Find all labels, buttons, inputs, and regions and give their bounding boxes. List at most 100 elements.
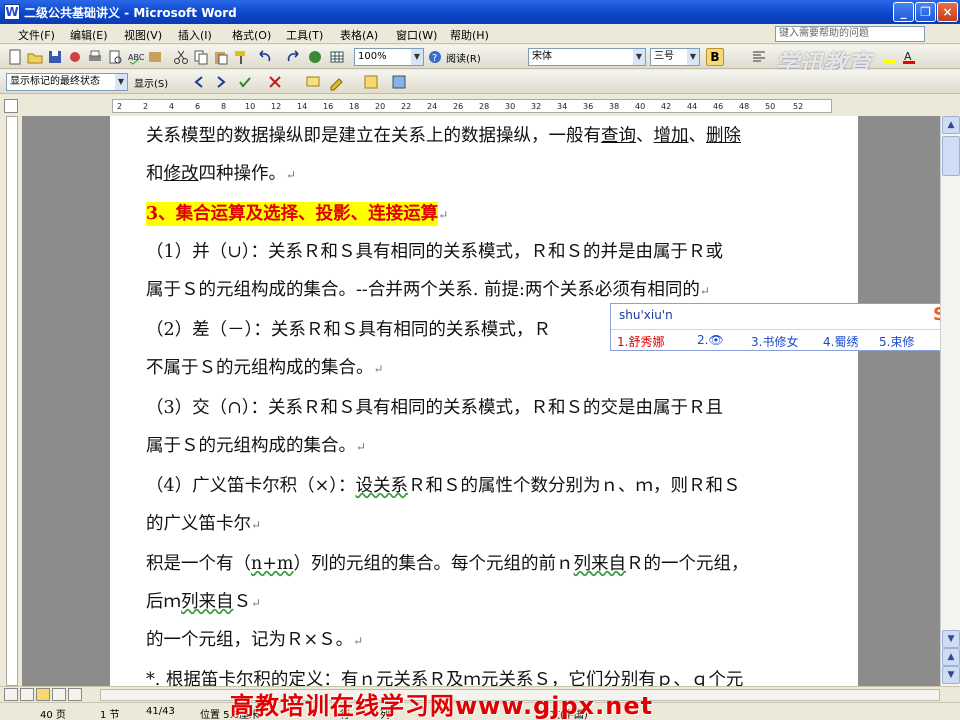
minimize-button[interactable]: _	[893, 2, 914, 22]
menu-table[interactable]: 表格(A)	[340, 27, 378, 43]
close-button[interactable]: ×	[937, 2, 958, 22]
scroll-down-icon[interactable]: ▼	[942, 630, 960, 648]
menu-window[interactable]: 窗口(W)	[396, 27, 437, 43]
scroll-up-icon[interactable]: ▲	[942, 116, 960, 134]
menu-view[interactable]: 视图(V)	[124, 27, 162, 43]
menu-help[interactable]: 帮助(H)	[450, 27, 489, 43]
read-mode-button[interactable]: 阅读(R)	[444, 48, 500, 66]
ime-candidate-3[interactable]: 3.书修女	[751, 333, 798, 350]
ruler-number: 30	[505, 102, 516, 111]
text-line: （3）交（∩）：关系Ｒ和Ｓ具有相同的关系模式，Ｒ和Ｓ的交是由属于Ｒ且	[146, 398, 724, 418]
document-page[interactable]: 关系模型的数据操纵即是建立在关系上的数据操纵，一般有查询、增加、删除 和修改四种…	[110, 116, 858, 686]
ime-candidate-2[interactable]: 2.👁	[697, 333, 724, 347]
reject-change-icon[interactable]	[266, 73, 284, 91]
line-text: 列来自	[181, 592, 234, 612]
open-folder-icon[interactable]	[26, 48, 44, 66]
ime-candidate-1[interactable]: 1.舒秀娜	[617, 333, 664, 350]
save-icon[interactable]	[46, 48, 64, 66]
font-name-select[interactable]: 宋体 ▼	[528, 48, 646, 66]
new-comment-icon[interactable]	[304, 73, 322, 91]
markup-display-select[interactable]: 显示标记的最终状态 ▼	[6, 73, 128, 91]
font-size-select[interactable]: 三号 ▼	[650, 48, 700, 66]
chevron-down-icon: ▼	[633, 49, 645, 65]
accept-change-icon[interactable]	[236, 73, 254, 91]
menu-tools[interactable]: 工具(T)	[286, 27, 323, 43]
show-menu[interactable]: 显示(S)	[134, 75, 168, 90]
previous-change-icon[interactable]	[190, 73, 208, 91]
reading-view-icon[interactable]	[68, 688, 82, 701]
help-search-input[interactable]: 键入需要帮助的问题	[775, 26, 925, 42]
undo-icon[interactable]	[256, 48, 274, 66]
next-page-icon[interactable]: ▼	[942, 666, 960, 684]
line-text: n+m	[251, 554, 294, 574]
text-line: 的一个元组，记为Ｒ×Ｓ。↵	[146, 626, 363, 651]
previous-page-icon[interactable]: ▲	[942, 648, 960, 666]
ruler-number: 28	[479, 102, 490, 111]
text-line: 不属于Ｓ的元组构成的集合。↵	[146, 354, 384, 379]
paste-icon[interactable]	[212, 48, 230, 66]
ime-candidate-window: shu'xiu'n S 1.舒秀娜 2.👁 3.书修女 4.蜀绣 5.束修 ▶	[610, 303, 960, 351]
align-icon[interactable]	[750, 48, 768, 66]
font-color-icon[interactable]: A	[900, 48, 918, 66]
redo-icon[interactable]	[284, 48, 302, 66]
status-section: 1 节	[100, 710, 120, 720]
tables-icon[interactable]	[328, 48, 346, 66]
line-text: 和	[146, 164, 164, 184]
site-watermark: 高教培训在线学习网www.gjpx.net	[230, 692, 654, 720]
line-text: （4）广义笛卡尔积（×）：	[146, 476, 356, 496]
line-text: 属于Ｓ的元组构成的集合。--合并两个关系. 前提:两个关系必须有相同的	[146, 280, 700, 300]
print-view-icon[interactable]	[36, 688, 50, 701]
spelling-icon[interactable]: ABC	[126, 48, 145, 66]
reviewing-pane-icon[interactable]	[362, 73, 380, 91]
print-preview-icon[interactable]	[106, 48, 124, 66]
web-view-icon[interactable]	[20, 688, 34, 701]
research-icon[interactable]	[146, 48, 164, 66]
delete-link-text: 删除	[706, 126, 741, 146]
menu-insert[interactable]: 插入(I)	[178, 27, 212, 43]
text-line: 关系模型的数据操纵即是建立在关系上的数据操纵，一般有查询、增加、删除	[146, 122, 741, 147]
line-text: 后ｍ	[146, 592, 181, 612]
scroll-thumb[interactable]	[942, 136, 960, 176]
vertical-scrollbar[interactable]: ▲ ▼ ▲ ▼	[940, 116, 960, 686]
document-map-icon[interactable]	[390, 73, 408, 91]
ruler-number: 18	[349, 102, 360, 111]
normal-view-icon[interactable]	[4, 688, 18, 701]
ruler-number: 22	[401, 102, 412, 111]
help-icon[interactable]: ?	[426, 48, 444, 66]
tab-selector[interactable]	[4, 99, 18, 113]
ruler-number: 14	[297, 102, 308, 111]
permission-icon[interactable]	[66, 48, 84, 66]
new-document-icon[interactable]	[6, 48, 24, 66]
ruler-strip[interactable]: 2 2 4 6 8 10 12 14 16 18 20 22 24 26 28 …	[112, 99, 832, 113]
ime-candidate-5[interactable]: 5.束修	[879, 333, 914, 350]
menu-file[interactable]: 文件(F)	[18, 27, 55, 43]
maximize-button[interactable]: ❐	[915, 2, 936, 22]
format-painter-icon[interactable]	[232, 48, 250, 66]
menu-edit[interactable]: 编辑(E)	[70, 27, 108, 43]
word-app-icon[interactable]: W	[4, 4, 20, 20]
svg-text:ABC: ABC	[128, 53, 144, 62]
line-text: 设关系	[355, 476, 409, 496]
vertical-ruler-strip[interactable]	[6, 116, 18, 686]
text-line: *. 根据笛卡尔积的定义：有ｎ元关系Ｒ及ｍ元关系Ｓ，它们分别有ｐ、ｑ个元	[146, 670, 744, 686]
line-text: 属于Ｓ的元组构成的集合。	[146, 436, 356, 456]
zoom-value: 100%	[358, 51, 387, 62]
track-changes-icon[interactable]	[328, 73, 346, 91]
next-change-icon[interactable]	[212, 73, 230, 91]
separator: 、	[688, 126, 707, 146]
markup-display-value: 显示标记的最终状态	[10, 76, 100, 87]
zoom-select[interactable]: 100% ▼	[354, 48, 424, 66]
font-name-value: 宋体	[532, 51, 552, 62]
line-text: Ｓ	[233, 592, 252, 612]
highlight-icon[interactable]	[880, 48, 898, 66]
hyperlink-icon[interactable]	[306, 48, 324, 66]
bold-button[interactable]: B	[706, 48, 724, 66]
menu-format[interactable]: 格式(O)	[232, 27, 271, 43]
title-bar: W 二级公共基础讲义 - Microsoft Word _ ❐ ×	[0, 0, 960, 24]
cut-icon[interactable]	[172, 48, 190, 66]
line-text: 的广义笛卡尔	[146, 514, 251, 534]
ime-candidate-4[interactable]: 4.蜀绣	[823, 333, 858, 350]
copy-icon[interactable]	[192, 48, 210, 66]
print-icon[interactable]	[86, 48, 104, 66]
outline-view-icon[interactable]	[52, 688, 66, 701]
